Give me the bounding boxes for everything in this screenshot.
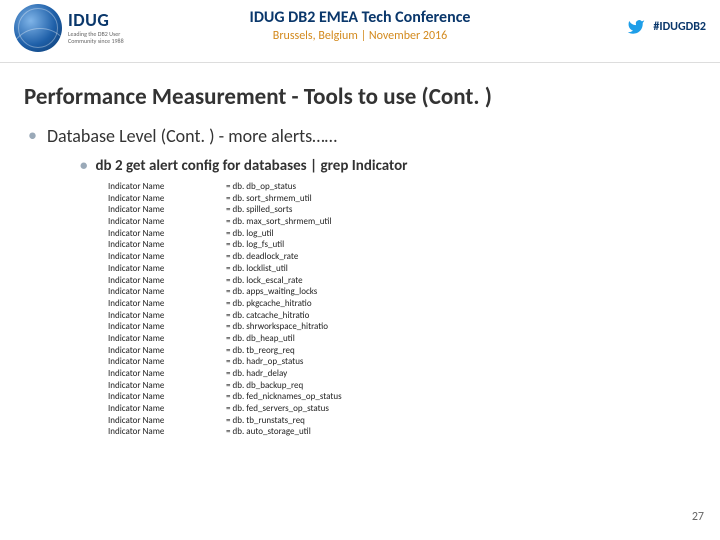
bullet-dot-icon: • [28, 125, 37, 147]
indicator-value: = db. apps_waiting_locks [226, 286, 317, 298]
table-row: Indicator Name= db. hadr_delay [108, 368, 720, 380]
indicator-label: Indicator Name [108, 321, 226, 333]
table-row: Indicator Name= db. fed_nicknames_op_sta… [108, 391, 720, 403]
indicator-value: = db. db_heap_util [226, 333, 295, 345]
table-row: Indicator Name= db. catcache_hitratio [108, 310, 720, 322]
indicator-label: Indicator Name [108, 263, 226, 275]
table-row: Indicator Name= db. lock_escal_rate [108, 275, 720, 287]
bullet-level-2: • db 2 get alert config for databases | … [80, 157, 720, 175]
indicator-value: = db. locklist_util [226, 263, 288, 275]
header-title: IDUG DB2 EMEA Tech Conference [0, 8, 720, 27]
table-row: Indicator Name= db. apps_waiting_locks [108, 286, 720, 298]
bullet-list: • Database Level (Cont. ) - more alerts…… [28, 125, 720, 175]
indicator-value: = db. auto_storage_util [226, 426, 311, 438]
indicator-value: = db. hadr_delay [226, 368, 287, 380]
indicator-label: Indicator Name [108, 368, 226, 380]
slide-title: Performance Measurement - Tools to use (… [24, 83, 720, 111]
indicator-label: Indicator Name [108, 345, 226, 357]
table-row: Indicator Name= db. tb_reorg_req [108, 345, 720, 357]
indicator-value: = db. max_sort_shrmem_util [226, 216, 332, 228]
bullet-1-text: Database Level (Cont. ) - more alerts…… [47, 125, 337, 147]
indicator-value: = db. hadr_op_status [226, 356, 303, 368]
indicator-label: Indicator Name [108, 251, 226, 263]
bullet-level-1: • Database Level (Cont. ) - more alerts…… [28, 125, 720, 147]
indicator-value: = db. sort_shrmem_util [226, 193, 312, 205]
indicator-value: = db. log_util [226, 228, 274, 240]
table-row: Indicator Name= db. db_heap_util [108, 333, 720, 345]
indicator-label: Indicator Name [108, 275, 226, 287]
indicator-label: Indicator Name [108, 193, 226, 205]
indicator-label: Indicator Name [108, 181, 226, 193]
table-row: Indicator Name= db. max_sort_shrmem_util [108, 216, 720, 228]
table-row: Indicator Name= db. log_util [108, 228, 720, 240]
header-center: IDUG DB2 EMEA Tech Conference Brussels, … [0, 8, 720, 43]
indicator-value: = db. spilled_sorts [226, 204, 292, 216]
indicator-value: = db. fed_servers_op_status [226, 403, 329, 415]
indicator-value: = db. db_op_status [226, 181, 296, 193]
table-row: Indicator Name= db. fed_servers_op_statu… [108, 403, 720, 415]
table-row: Indicator Name= db. shrworkspace_hitrati… [108, 321, 720, 333]
indicator-label: Indicator Name [108, 356, 226, 368]
twitter-icon [625, 18, 647, 36]
indicator-label: Indicator Name [108, 403, 226, 415]
table-row: Indicator Name= db. db_backup_req [108, 380, 720, 392]
indicator-value: = db. fed_nicknames_op_status [226, 391, 342, 403]
table-row: Indicator Name= db. locklist_util [108, 263, 720, 275]
table-row: Indicator Name= db. auto_storage_util [108, 426, 720, 438]
indicator-label: Indicator Name [108, 298, 226, 310]
indicator-label: Indicator Name [108, 216, 226, 228]
table-row: Indicator Name= db. pkgcache_hitratio [108, 298, 720, 310]
indicator-value: = db. catcache_hitratio [226, 310, 309, 322]
indicator-value: = db. tb_reorg_req [226, 345, 295, 357]
table-row: Indicator Name= db. spilled_sorts [108, 204, 720, 216]
bullet-dot-icon: • [80, 157, 87, 175]
table-row: Indicator Name= db. log_fs_util [108, 239, 720, 251]
bullet-2-text: db 2 get alert config for databases | gr… [95, 157, 407, 175]
indicator-value: = db. db_backup_req [226, 380, 303, 392]
hashtag-text: #IDUGDB2 [653, 20, 706, 34]
indicator-value: = db. lock_escal_rate [226, 275, 303, 287]
indicator-label: Indicator Name [108, 380, 226, 392]
slide-header: IDUG Leading the DB2 User Community sinc… [0, 0, 720, 63]
indicator-value: = db. shrworkspace_hitratio [226, 321, 328, 333]
header-subtitle: Brussels, Belgium | November 2016 [0, 29, 720, 43]
table-row: Indicator Name= db. db_op_status [108, 181, 720, 193]
indicator-label: Indicator Name [108, 286, 226, 298]
indicator-label: Indicator Name [108, 426, 226, 438]
indicator-label: Indicator Name [108, 391, 226, 403]
table-row: Indicator Name= db. sort_shrmem_util [108, 193, 720, 205]
indicator-value: = db. deadlock_rate [226, 251, 298, 263]
indicator-value: = db. tb_runstats_req [226, 415, 305, 427]
indicator-label: Indicator Name [108, 310, 226, 322]
indicator-value: = db. pkgcache_hitratio [226, 298, 312, 310]
indicator-value: = db. log_fs_util [226, 239, 284, 251]
indicator-label: Indicator Name [108, 204, 226, 216]
table-row: Indicator Name= db. tb_runstats_req [108, 415, 720, 427]
indicator-label: Indicator Name [108, 228, 226, 240]
indicator-label: Indicator Name [108, 415, 226, 427]
indicator-label: Indicator Name [108, 239, 226, 251]
page-number: 27 [692, 510, 704, 524]
table-row: Indicator Name= db. hadr_op_status [108, 356, 720, 368]
indicator-label: Indicator Name [108, 333, 226, 345]
indicator-table: Indicator Name= db. db_op_statusIndicato… [108, 181, 720, 438]
hashtag: #IDUGDB2 [625, 18, 706, 36]
table-row: Indicator Name= db. deadlock_rate [108, 251, 720, 263]
